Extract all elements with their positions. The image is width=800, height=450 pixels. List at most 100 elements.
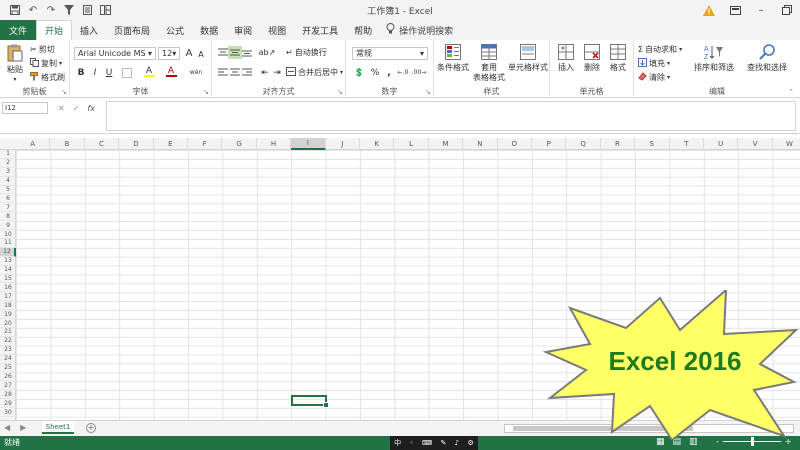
column-header-E[interactable]: E	[154, 138, 188, 150]
decrease-decimal-icon[interactable]: .00→	[412, 66, 427, 79]
column-header-O[interactable]: O	[498, 138, 532, 150]
number-format-select[interactable]: 常规 ▾	[352, 47, 428, 60]
row-header-19[interactable]: 19	[0, 310, 16, 320]
tell-me-search[interactable]: 操作说明搜索	[380, 20, 453, 40]
row-header-2[interactable]: 2	[0, 159, 16, 168]
column-header-P[interactable]: P	[532, 138, 567, 150]
row-header-23[interactable]: 23	[0, 346, 16, 355]
restore-icon[interactable]	[774, 0, 800, 20]
row-header-5[interactable]: 5	[0, 186, 16, 195]
ime-settings-icon[interactable]: ⚙	[467, 439, 473, 447]
row-header-1[interactable]: 1	[0, 150, 16, 159]
ribbon-display-icon[interactable]	[722, 0, 748, 20]
column-header-F[interactable]: F	[188, 138, 223, 150]
column-header-J[interactable]: J	[326, 138, 360, 150]
row-header-14[interactable]: 14	[0, 266, 16, 275]
paste-button[interactable]: 粘贴 ▾	[4, 44, 26, 85]
orientation-icon[interactable]: ab↗	[259, 46, 276, 59]
prev-sheet-icon[interactable]: ◀	[4, 423, 10, 432]
font-size-select[interactable]: 12 ▾	[158, 47, 180, 60]
row-header-27[interactable]: 27	[0, 381, 16, 391]
minimize-icon[interactable]: –	[748, 0, 774, 20]
row-header-12[interactable]: 12	[0, 247, 16, 257]
tab-review[interactable]: 审阅	[226, 20, 260, 40]
delete-cells-button[interactable]: 删除	[580, 44, 604, 73]
row-header-21[interactable]: 21	[0, 328, 16, 337]
row-header-16[interactable]: 16	[0, 284, 16, 293]
comma-button[interactable]: ,	[382, 66, 396, 79]
italic-button[interactable]: I	[88, 66, 102, 79]
sort-filter-button[interactable]: AZ 排序和筛选	[690, 44, 738, 73]
tab-page-layout[interactable]: 页面布局	[106, 20, 158, 40]
percent-button[interactable]: %	[368, 66, 382, 79]
fill-button[interactable]: 填充 ▾	[638, 58, 670, 69]
underline-button[interactable]: U	[102, 66, 116, 79]
row-header-24[interactable]: 24	[0, 355, 16, 364]
sheet-tab-sheet1[interactable]: Sheet1	[42, 421, 74, 434]
column-header-C[interactable]: C	[85, 138, 120, 150]
enter-icon[interactable]: ✓	[73, 104, 80, 113]
zoom-slider[interactable]	[722, 437, 781, 446]
format-cells-button[interactable]: 格式	[606, 44, 630, 73]
sort-icon[interactable]	[98, 3, 112, 17]
font-family-select[interactable]: Arial Unicode MS ▾	[74, 47, 156, 60]
tab-data[interactable]: 数据	[192, 20, 226, 40]
row-header-13[interactable]: 13	[0, 257, 16, 266]
row-header-29[interactable]: 29	[0, 399, 16, 409]
column-header-A[interactable]: A	[16, 138, 51, 150]
row-header-25[interactable]: 25	[0, 364, 16, 373]
tab-home[interactable]: 开始	[36, 20, 73, 40]
wrap-text-button[interactable]: ↵ 自动换行	[286, 47, 327, 58]
filter-icon[interactable]	[62, 3, 76, 17]
clear-button[interactable]: 清除 ▾	[638, 72, 670, 83]
merge-center-button[interactable]: 合并后居中 ▾	[286, 67, 343, 78]
increase-decimal-icon[interactable]: ←.0	[396, 66, 410, 79]
row-header-11[interactable]: 11	[0, 239, 16, 248]
tab-formulas[interactable]: 公式	[158, 20, 192, 40]
clipboard-launcher-icon[interactable]: ↘	[61, 88, 67, 96]
find-select-button[interactable]: 查找和选择	[740, 44, 794, 73]
bold-button[interactable]: B	[74, 66, 88, 79]
column-header-D[interactable]: D	[119, 138, 154, 150]
tab-view[interactable]: 视图	[260, 20, 294, 40]
fill-color-button[interactable]: A	[142, 65, 156, 78]
alignment-launcher-icon[interactable]: ↘	[337, 88, 343, 96]
row-header-9[interactable]: 9	[0, 221, 16, 231]
active-cell-I12[interactable]	[291, 395, 329, 408]
redo-icon[interactable]: ↷	[44, 3, 58, 17]
column-header-W[interactable]: W	[773, 138, 800, 150]
column-header-H[interactable]: H	[257, 138, 292, 150]
row-header-10[interactable]: 10	[0, 230, 16, 239]
column-header-G[interactable]: G	[222, 138, 257, 150]
column-header-Q[interactable]: Q	[566, 138, 601, 150]
row-header-8[interactable]: 8	[0, 212, 16, 222]
ime-pen-icon[interactable]: ✎	[440, 439, 446, 447]
shrink-font-icon[interactable]: A	[194, 48, 208, 61]
row-header-3[interactable]: 3	[0, 168, 16, 177]
ime-chinese-icon[interactable]: 中	[394, 438, 401, 448]
align-bottom-icon[interactable]	[240, 46, 254, 59]
row-header-7[interactable]: 7	[0, 203, 16, 213]
column-header-I[interactable]: I	[291, 138, 326, 150]
next-sheet-icon[interactable]: ▶	[20, 423, 26, 432]
add-sheet-button[interactable]: +	[86, 423, 96, 433]
autosum-button[interactable]: Σ 自动求和 ▾	[638, 44, 682, 55]
column-header-L[interactable]: L	[394, 138, 429, 150]
insert-function-icon[interactable]: fx	[87, 104, 95, 113]
currency-icon[interactable]: 💲	[352, 66, 366, 79]
row-header-18[interactable]: 18	[0, 301, 16, 311]
column-header-N[interactable]: N	[463, 138, 498, 150]
row-header-4[interactable]: 4	[0, 177, 16, 186]
tab-insert[interactable]: 插入	[72, 20, 106, 40]
borders-icon[interactable]	[120, 66, 134, 79]
cancel-icon[interactable]: ✕	[58, 104, 65, 113]
phonetic-icon[interactable]: wén	[186, 66, 206, 79]
undo-icon[interactable]: ↶	[26, 3, 40, 17]
cell-styles-button[interactable]: 单元格样式	[508, 44, 548, 73]
row-header-22[interactable]: 22	[0, 337, 16, 346]
format-painter-button[interactable]: 格式刷	[30, 72, 65, 83]
row-header-28[interactable]: 28	[0, 390, 16, 400]
font-color-button[interactable]: A	[164, 65, 178, 78]
align-right-icon[interactable]	[240, 66, 254, 79]
number-launcher-icon[interactable]: ↘	[425, 88, 431, 96]
